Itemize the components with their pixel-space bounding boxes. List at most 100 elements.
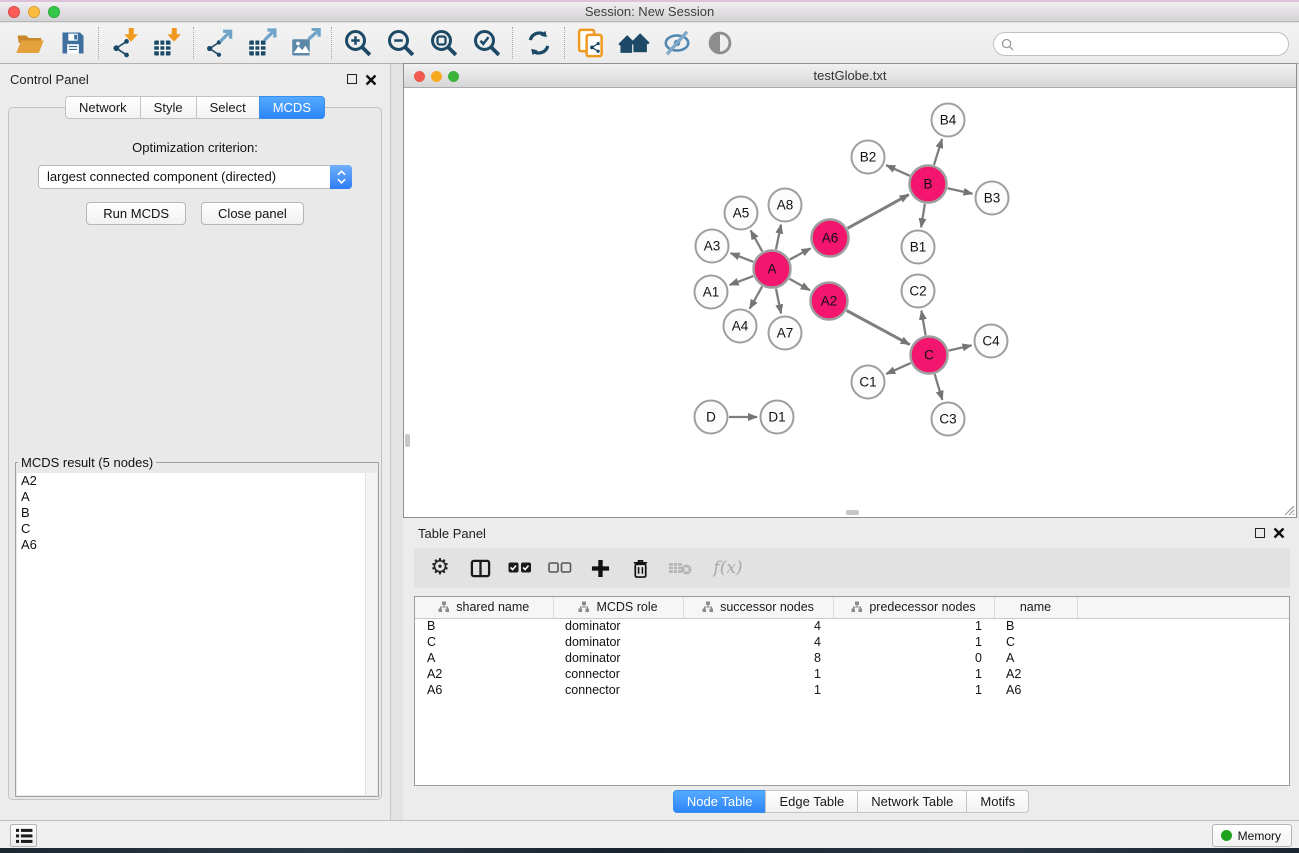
table-cell[interactable]: 1 <box>833 634 994 650</box>
graph-node-B1[interactable]: B1 <box>902 231 935 264</box>
criterion-dropdown[interactable]: largest connected component (directed) <box>38 165 352 189</box>
zoom-window-button[interactable] <box>48 6 60 18</box>
tab-network[interactable]: Network <box>65 96 141 119</box>
mcds-result-list[interactable]: A2ABCA6 <box>17 473 377 795</box>
graph-edge-A-A5[interactable] <box>751 230 763 251</box>
graph-edge-C-C2[interactable] <box>921 311 925 336</box>
table-tab-network-table[interactable]: Network Table <box>857 790 967 813</box>
hide-graphics-details-button[interactable] <box>655 25 698 61</box>
table-cell[interactable]: 1 <box>833 666 994 682</box>
table-row[interactable]: Bdominator41B <box>415 618 1289 634</box>
graph-node-A8[interactable]: A8 <box>769 189 802 222</box>
split-columns-button[interactable] <box>468 556 492 580</box>
table-cell[interactable]: 4 <box>683 634 833 650</box>
table-row[interactable]: A6connector11A6 <box>415 682 1289 698</box>
table-settings-button[interactable]: ⚙ <box>428 556 452 580</box>
table-cell[interactable]: 4 <box>683 618 833 634</box>
show-panels-button[interactable] <box>10 824 37 847</box>
graph-node-B2[interactable]: B2 <box>852 141 885 174</box>
search-input[interactable] <box>1014 34 1288 54</box>
graph-node-B4[interactable]: B4 <box>932 104 965 137</box>
export-network-button[interactable] <box>198 25 241 61</box>
table-cell[interactable]: dominator <box>553 618 683 634</box>
show-graphics-details-button[interactable] <box>698 25 741 61</box>
graph-node-C2[interactable]: C2 <box>902 275 935 308</box>
resize-grip-icon[interactable] <box>1283 504 1295 516</box>
table-cell[interactable]: dominator <box>553 650 683 666</box>
table-row[interactable]: A2connector11A2 <box>415 666 1289 682</box>
graph-node-B[interactable]: B <box>910 166 947 203</box>
table-cell[interactable]: B <box>415 618 553 634</box>
refresh-button[interactable] <box>517 25 560 61</box>
export-table-button[interactable] <box>241 25 284 61</box>
graph-edge-C-C4[interactable] <box>949 345 972 350</box>
network-close-button[interactable] <box>414 71 425 82</box>
graph-node-B3[interactable]: B3 <box>976 182 1009 215</box>
network-window-titlebar[interactable]: testGlobe.txt <box>404 64 1296 88</box>
table-cell[interactable]: connector <box>553 666 683 682</box>
close-panel-button[interactable]: Close panel <box>201 202 304 225</box>
graph-node-D1[interactable]: D1 <box>761 401 794 434</box>
graph-node-A5[interactable]: A5 <box>725 197 758 230</box>
add-row-button[interactable] <box>588 556 612 580</box>
duplicate-network-button[interactable] <box>569 25 612 61</box>
graph-edge-B-B1[interactable] <box>921 204 925 227</box>
list-item[interactable]: A <box>17 489 377 505</box>
table-cell[interactable]: C <box>994 634 1077 650</box>
network-canvas[interactable]: B4B2BB3A8A5A6A3B1AC2A1A2A4A7C4CC1C3DD1 <box>404 88 1296 516</box>
graph-edge-B-B4[interactable] <box>934 139 942 165</box>
graph-edge-C-C3[interactable] <box>935 374 943 400</box>
list-item[interactable]: C <box>17 521 377 537</box>
network-minimize-button[interactable] <box>431 71 442 82</box>
graph-node-A7[interactable]: A7 <box>769 317 802 350</box>
graph-edge-B-B2[interactable] <box>886 165 910 176</box>
table-cell[interactable]: 1 <box>683 682 833 698</box>
table-tab-edge-table[interactable]: Edge Table <box>765 790 858 813</box>
graph-edge-A-A1[interactable] <box>730 276 754 285</box>
table-cell[interactable]: B <box>994 618 1077 634</box>
graph-node-A1[interactable]: A1 <box>695 276 728 309</box>
memory-button[interactable]: Memory <box>1212 824 1292 847</box>
scrollbar-track[interactable] <box>365 473 377 795</box>
deselect-all-button[interactable] <box>548 556 572 580</box>
graph-node-A6[interactable]: A6 <box>812 220 849 257</box>
table-cell[interactable]: 1 <box>833 682 994 698</box>
table-cell[interactable]: C <box>415 634 553 650</box>
close-panel-icon[interactable] <box>365 74 377 86</box>
table-row[interactable]: Cdominator41C <box>415 634 1289 650</box>
run-mcds-button[interactable]: Run MCDS <box>86 202 186 225</box>
table-cell[interactable]: 1 <box>833 618 994 634</box>
import-network-button[interactable] <box>103 25 146 61</box>
column-header-name[interactable]: name <box>994 597 1077 618</box>
graph-edge-A-A7[interactable] <box>776 289 781 314</box>
zoom-fit-button[interactable] <box>422 25 465 61</box>
list-item[interactable]: A2 <box>17 473 377 489</box>
table-tab-motifs[interactable]: Motifs <box>966 790 1029 813</box>
table-cell[interactable]: A2 <box>994 666 1077 682</box>
zoom-out-button[interactable] <box>379 25 422 61</box>
table-cell[interactable]: 1 <box>683 666 833 682</box>
graph-node-A[interactable]: A <box>754 251 791 288</box>
network-zoom-button[interactable] <box>448 71 459 82</box>
table-cell[interactable]: A6 <box>994 682 1077 698</box>
column-header-predecessor-nodes[interactable]: predecessor nodes <box>833 597 994 618</box>
graph-edge-B-B3[interactable] <box>948 188 973 193</box>
graph-edge-A-A2[interactable] <box>789 279 809 290</box>
network-horizontal-scrollbar[interactable] <box>846 510 859 515</box>
column-header-shared-name[interactable]: shared name <box>415 597 553 618</box>
graph-edge-C-C1[interactable] <box>886 363 910 374</box>
delete-row-button[interactable] <box>628 556 652 580</box>
graph-node-A3[interactable]: A3 <box>696 230 729 263</box>
graph-edge-A-A3[interactable] <box>731 253 754 262</box>
graph-node-C4[interactable]: C4 <box>975 325 1008 358</box>
table-cell[interactable]: 0 <box>833 650 994 666</box>
table-cell[interactable]: A <box>994 650 1077 666</box>
tab-style[interactable]: Style <box>140 96 197 119</box>
close-window-button[interactable] <box>8 6 20 18</box>
table-cell[interactable]: 8 <box>683 650 833 666</box>
graph-node-A4[interactable]: A4 <box>724 310 757 343</box>
graph-node-D[interactable]: D <box>695 401 728 434</box>
column-header-MCDS-role[interactable]: MCDS role <box>553 597 683 618</box>
home-view-button[interactable] <box>612 25 655 61</box>
open-file-button[interactable] <box>8 25 51 61</box>
